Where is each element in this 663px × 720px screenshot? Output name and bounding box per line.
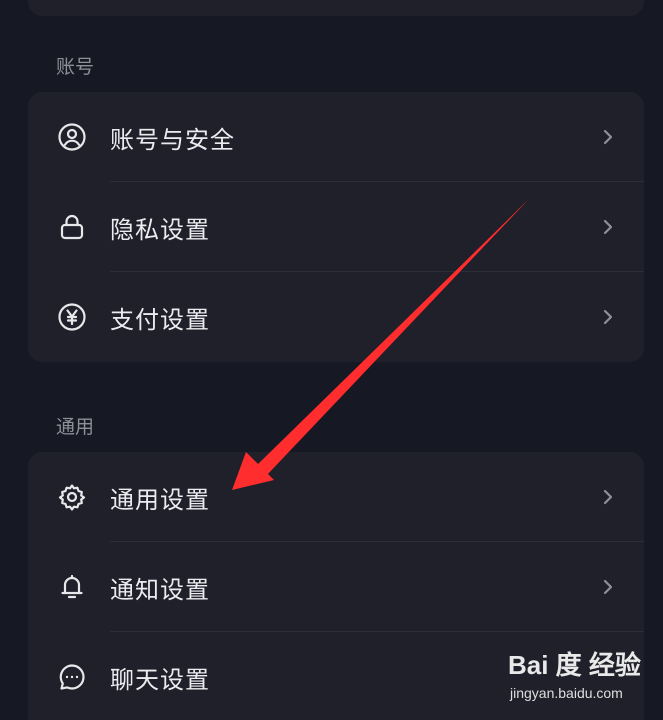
watermark-brand: Bai 度 经验 bbox=[508, 650, 641, 680]
chevron-right-icon bbox=[600, 577, 616, 597]
payment-settings-item[interactable]: 支付设置 bbox=[28, 272, 644, 362]
general-settings-item[interactable]: 通用设置 bbox=[28, 452, 644, 542]
account-settings-card: 账号与安全 隐私设置 支付设置 bbox=[28, 92, 644, 362]
yen-circle-icon bbox=[56, 301, 88, 333]
account-security-item[interactable]: 账号与安全 bbox=[28, 92, 644, 182]
chevron-right-icon bbox=[600, 127, 616, 147]
chat-settings-label: 聊天设置 bbox=[110, 665, 210, 694]
account-security-label: 账号与安全 bbox=[110, 125, 235, 154]
watermark-url: jingyan.baidu.com bbox=[510, 685, 623, 701]
chevron-right-icon bbox=[600, 217, 616, 237]
general-settings-label: 通用设置 bbox=[110, 485, 210, 514]
lock-icon bbox=[56, 211, 88, 243]
privacy-settings-label: 隐私设置 bbox=[110, 215, 210, 244]
user-circle-icon bbox=[56, 121, 88, 153]
privacy-settings-item[interactable]: 隐私设置 bbox=[28, 182, 644, 272]
notification-settings-item[interactable]: 通知设置 bbox=[28, 542, 644, 632]
notification-settings-label: 通知设置 bbox=[110, 575, 210, 604]
bell-icon bbox=[56, 571, 88, 603]
section-title-account: 账号 bbox=[56, 56, 95, 78]
chevron-right-icon bbox=[600, 307, 616, 327]
previous-card bbox=[28, 0, 644, 16]
section-title-general: 通用 bbox=[56, 416, 95, 438]
chevron-right-icon bbox=[600, 487, 616, 507]
gear-icon bbox=[56, 481, 88, 513]
payment-settings-label: 支付设置 bbox=[110, 305, 210, 334]
chat-bubble-icon bbox=[56, 661, 88, 693]
baidu-jingyan-watermark: Bai 度 经验 jingyan.baidu.com bbox=[508, 645, 658, 715]
